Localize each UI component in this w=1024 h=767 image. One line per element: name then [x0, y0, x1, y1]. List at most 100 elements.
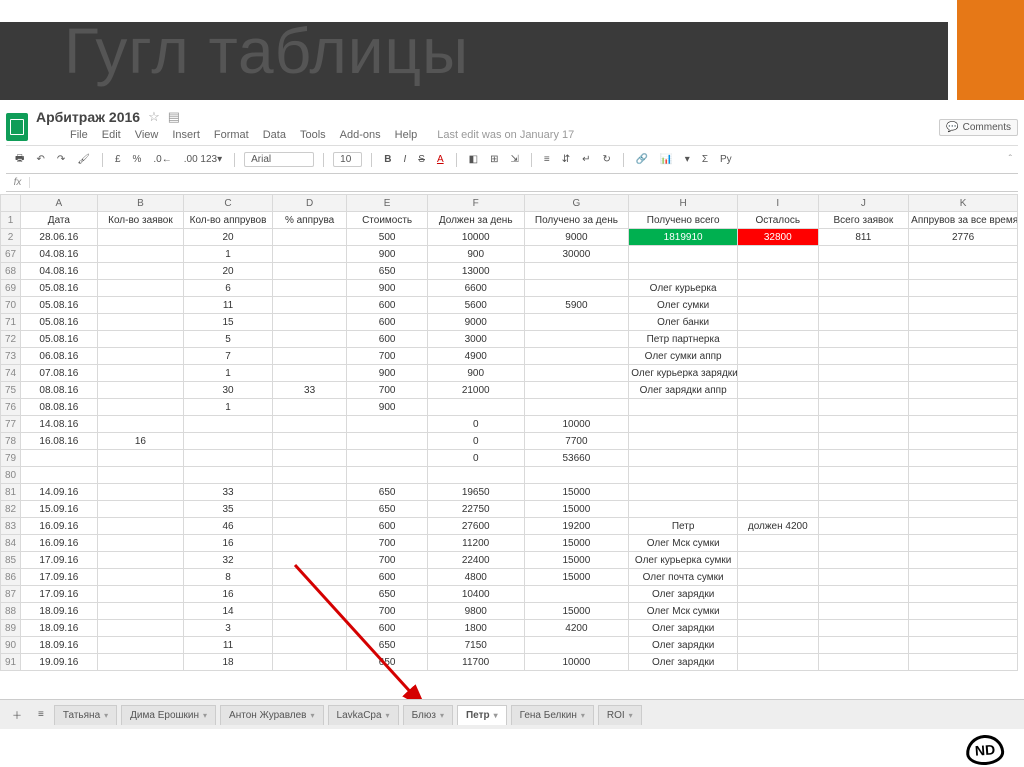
cell[interactable]: 11 [184, 297, 273, 314]
cell[interactable]: 1819910 [629, 229, 738, 246]
cell[interactable] [272, 365, 347, 382]
cell[interactable] [524, 331, 629, 348]
cell[interactable] [818, 246, 909, 263]
cell[interactable] [97, 586, 184, 603]
cell[interactable]: 0 [427, 416, 524, 433]
cell[interactable] [738, 501, 819, 518]
cell[interactable] [738, 246, 819, 263]
cell[interactable] [347, 433, 428, 450]
cell[interactable] [818, 484, 909, 501]
cell[interactable]: 28.06.16 [21, 229, 98, 246]
cell[interactable]: должен 4200 [738, 518, 819, 535]
menu-view[interactable]: View [135, 129, 159, 141]
redo-icon[interactable]: ↷ [54, 152, 68, 167]
cell[interactable] [272, 620, 347, 637]
chevron-down-icon[interactable]: ▾ [629, 711, 633, 720]
cell[interactable] [909, 467, 1018, 484]
valign-icon[interactable]: ⇵ [559, 152, 573, 167]
cell[interactable]: 1 [184, 246, 273, 263]
cell[interactable]: 10000 [524, 416, 629, 433]
cell[interactable] [272, 348, 347, 365]
cell[interactable] [909, 501, 1018, 518]
cell[interactable] [738, 552, 819, 569]
cell[interactable] [272, 433, 347, 450]
column-header[interactable]: D [272, 195, 347, 212]
cell[interactable] [738, 280, 819, 297]
increase-decimal-icon[interactable]: .00 123▾ [181, 152, 225, 167]
cell[interactable]: 35 [184, 501, 273, 518]
fill-color-icon[interactable]: ◧ [466, 152, 481, 167]
cell[interactable] [909, 603, 1018, 620]
row-header[interactable]: 75 [1, 382, 21, 399]
cell[interactable] [818, 280, 909, 297]
cell[interactable]: 15000 [524, 569, 629, 586]
cell[interactable] [738, 348, 819, 365]
cell[interactable]: 33 [184, 484, 273, 501]
row-header[interactable]: 68 [1, 263, 21, 280]
cell[interactable] [272, 229, 347, 246]
cell[interactable] [97, 348, 184, 365]
cell[interactable] [909, 518, 1018, 535]
cell[interactable]: 700 [347, 603, 428, 620]
cell[interactable] [97, 637, 184, 654]
cell[interactable] [97, 552, 184, 569]
cell[interactable]: 7 [184, 348, 273, 365]
header-cell[interactable]: Осталось [738, 212, 819, 229]
cell[interactable] [818, 620, 909, 637]
cell[interactable]: 5 [184, 331, 273, 348]
row-header[interactable]: 86 [1, 569, 21, 586]
cell[interactable] [738, 467, 819, 484]
row-header[interactable]: 87 [1, 586, 21, 603]
row-header[interactable]: 70 [1, 297, 21, 314]
cell[interactable]: 3 [184, 620, 273, 637]
cell[interactable]: 700 [347, 552, 428, 569]
cell[interactable]: 700 [347, 382, 428, 399]
cell[interactable] [909, 314, 1018, 331]
column-header[interactable]: I [738, 195, 819, 212]
cell[interactable] [818, 518, 909, 535]
cell[interactable]: Олег курьерка сумки [629, 552, 738, 569]
cell[interactable]: 900 [347, 365, 428, 382]
cell[interactable] [818, 416, 909, 433]
cell[interactable]: 46 [184, 518, 273, 535]
cell[interactable] [909, 586, 1018, 603]
cell[interactable] [524, 467, 629, 484]
cell[interactable] [272, 467, 347, 484]
cell[interactable] [272, 416, 347, 433]
cell[interactable] [97, 654, 184, 671]
cell[interactable] [818, 654, 909, 671]
cell[interactable] [818, 535, 909, 552]
column-header[interactable]: K [909, 195, 1018, 212]
cell[interactable]: 14 [184, 603, 273, 620]
sheet-tab[interactable]: Гена Белкин▾ [511, 705, 594, 725]
cell[interactable] [97, 263, 184, 280]
cell[interactable]: 10000 [427, 229, 524, 246]
cell[interactable] [818, 637, 909, 654]
row-header[interactable]: 1 [1, 212, 21, 229]
chevron-down-icon[interactable]: ▾ [386, 711, 390, 720]
cell[interactable] [97, 246, 184, 263]
menu-help[interactable]: Help [395, 129, 418, 141]
cell[interactable] [738, 586, 819, 603]
cell[interactable]: 15 [184, 314, 273, 331]
cell[interactable] [524, 314, 629, 331]
menu-format[interactable]: Format [214, 129, 249, 141]
cell[interactable]: 19200 [524, 518, 629, 535]
cell[interactable] [629, 399, 738, 416]
cell[interactable]: 0 [427, 450, 524, 467]
cell[interactable]: 2776 [909, 229, 1018, 246]
cell[interactable]: 15000 [524, 535, 629, 552]
cell[interactable] [524, 399, 629, 416]
cell[interactable]: Олег Мск сумки [629, 535, 738, 552]
cell[interactable] [272, 552, 347, 569]
cell[interactable]: Олег зарядки [629, 654, 738, 671]
sheet-tab[interactable]: Татьяна▾ [54, 705, 117, 725]
decrease-decimal-icon[interactable]: .0← [150, 152, 174, 167]
cell[interactable]: 10400 [427, 586, 524, 603]
cell[interactable]: Олег Мск сумки [629, 603, 738, 620]
header-cell[interactable]: Стоимость [347, 212, 428, 229]
cell[interactable] [818, 569, 909, 586]
cell[interactable] [272, 331, 347, 348]
header-cell[interactable]: Получено всего [629, 212, 738, 229]
chevron-down-icon[interactable]: ▾ [440, 711, 444, 720]
